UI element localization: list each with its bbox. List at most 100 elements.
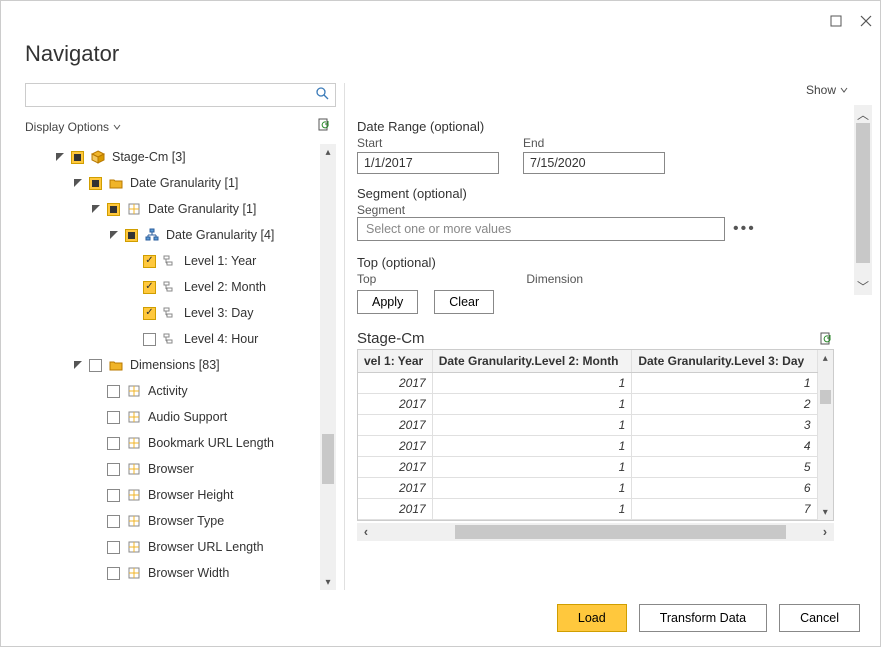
tree-item-label: Dimensions [83] bbox=[130, 353, 220, 377]
checkbox[interactable] bbox=[143, 255, 156, 268]
checkbox[interactable] bbox=[107, 411, 120, 424]
cell: 2 bbox=[632, 394, 817, 415]
load-button[interactable]: Load bbox=[557, 604, 627, 632]
transform-data-button[interactable]: Transform Data bbox=[639, 604, 767, 632]
scroll-up-icon[interactable]: ▴ bbox=[320, 144, 336, 160]
tree-item[interactable]: Audio Support bbox=[25, 404, 316, 430]
tree-item[interactable]: Browser Type bbox=[25, 508, 316, 534]
checkbox[interactable] bbox=[107, 489, 120, 502]
checkbox[interactable] bbox=[107, 567, 120, 580]
dim-icon bbox=[126, 383, 142, 399]
checkbox[interactable] bbox=[107, 541, 120, 554]
tree-item[interactable]: Level 2: Month bbox=[25, 274, 316, 300]
preview-table: vel 1: YearDate Granularity.Level 2: Mon… bbox=[358, 350, 818, 520]
folder-icon bbox=[108, 357, 124, 373]
scroll-up-icon[interactable]: ▴ bbox=[818, 350, 833, 366]
checkbox[interactable] bbox=[107, 463, 120, 476]
scroll-up-icon[interactable]: ︿ bbox=[854, 105, 872, 123]
start-input[interactable]: 1/1/2017 bbox=[357, 152, 499, 174]
tree-item-label: Browser Type bbox=[148, 509, 224, 533]
tree-item-label: Date Granularity [1] bbox=[148, 197, 256, 221]
tree-item-label: Level 2: Month bbox=[184, 275, 266, 299]
refresh-icon[interactable] bbox=[316, 117, 332, 136]
tree-item[interactable]: Browser Height bbox=[25, 482, 316, 508]
table-refresh-icon[interactable] bbox=[818, 331, 834, 347]
titlebar bbox=[1, 1, 880, 41]
tree-item[interactable]: Activity bbox=[25, 378, 316, 404]
tree-item[interactable]: Bookmark URL Length bbox=[25, 430, 316, 456]
dim-icon bbox=[126, 435, 142, 451]
cell: 6 bbox=[632, 478, 817, 499]
checkbox[interactable] bbox=[143, 281, 156, 294]
scroll-down-icon[interactable]: ﹀ bbox=[854, 277, 872, 295]
tree-item[interactable]: Date Granularity [1] bbox=[25, 196, 316, 222]
expander-icon[interactable] bbox=[55, 153, 65, 161]
table-row: 201711 bbox=[358, 373, 817, 394]
dim-icon bbox=[126, 513, 142, 529]
display-options-dropdown[interactable]: Display Options bbox=[25, 120, 121, 134]
dim-icon bbox=[126, 461, 142, 477]
cell: 2017 bbox=[358, 373, 432, 394]
tree-item-label: Browser Width bbox=[148, 561, 229, 585]
tree[interactable]: Stage-Cm [3]Date Granularity [1]Date Gra… bbox=[25, 144, 316, 590]
cell: 2017 bbox=[358, 457, 432, 478]
search-input[interactable] bbox=[25, 83, 336, 107]
end-input[interactable]: 7/15/2020 bbox=[523, 152, 665, 174]
checkbox[interactable] bbox=[107, 437, 120, 450]
chevron-down-icon bbox=[113, 123, 121, 131]
col-header[interactable]: Date Granularity.Level 2: Month bbox=[432, 350, 632, 373]
tree-item[interactable]: Level 1: Year bbox=[25, 248, 316, 274]
page-title: Navigator bbox=[25, 41, 856, 67]
checkbox[interactable] bbox=[143, 333, 156, 346]
segment-select[interactable]: Select one or more values bbox=[357, 217, 725, 241]
tree-item[interactable]: Browser Width bbox=[25, 560, 316, 586]
checkbox[interactable] bbox=[107, 385, 120, 398]
tree-item[interactable]: Level 4: Hour bbox=[25, 326, 316, 352]
segment-more-icon[interactable]: ••• bbox=[733, 220, 756, 238]
checkbox[interactable] bbox=[107, 515, 120, 528]
cell: 1 bbox=[432, 373, 632, 394]
scroll-down-icon[interactable]: ▾ bbox=[320, 574, 336, 590]
checkbox[interactable] bbox=[125, 229, 138, 242]
table-hscrollbar[interactable]: ‹ › bbox=[357, 523, 834, 541]
navigator-window: Navigator Display Options Stage-Cm [3]Da… bbox=[0, 0, 881, 647]
checkbox[interactable] bbox=[89, 177, 102, 190]
tree-item-label: Level 4: Hour bbox=[184, 327, 258, 351]
tree-scrollbar[interactable]: ▴ ▾ bbox=[320, 144, 336, 590]
checkbox[interactable] bbox=[71, 151, 84, 164]
dim-icon bbox=[126, 201, 142, 217]
cell: 3 bbox=[632, 415, 817, 436]
dim-icon bbox=[126, 539, 142, 555]
scroll-left-icon[interactable]: ‹ bbox=[357, 525, 375, 539]
right-panel: Show Date Range (optional) Start 1/1/201… bbox=[345, 83, 872, 590]
col-header[interactable]: vel 1: Year bbox=[358, 350, 432, 373]
cell: 1 bbox=[432, 457, 632, 478]
show-dropdown[interactable]: Show bbox=[806, 83, 848, 97]
expander-icon[interactable] bbox=[91, 205, 101, 213]
expander-icon[interactable] bbox=[73, 361, 83, 369]
scroll-right-icon[interactable]: › bbox=[816, 525, 834, 539]
tree-item[interactable]: Level 3: Day bbox=[25, 300, 316, 326]
expander-icon[interactable] bbox=[73, 179, 83, 187]
tree-item[interactable]: Browser URL Length bbox=[25, 534, 316, 560]
table-scrollbar[interactable]: ▴ ▾ bbox=[818, 350, 833, 520]
form-scrollbar[interactable]: ︿ ﹀ bbox=[854, 105, 872, 295]
apply-button[interactable]: Apply bbox=[357, 290, 418, 314]
close-icon[interactable] bbox=[860, 15, 872, 27]
expander-icon[interactable] bbox=[109, 231, 119, 239]
checkbox[interactable] bbox=[89, 359, 102, 372]
tree-item[interactable]: Date Granularity [1] bbox=[25, 170, 316, 196]
maximize-icon[interactable] bbox=[830, 15, 842, 27]
tree-item-label: Date Granularity [1] bbox=[130, 171, 238, 195]
checkbox[interactable] bbox=[107, 203, 120, 216]
tree-item[interactable]: Date Granularity [4] bbox=[25, 222, 316, 248]
chevron-down-icon bbox=[840, 86, 848, 94]
cancel-button[interactable]: Cancel bbox=[779, 604, 860, 632]
checkbox[interactable] bbox=[143, 307, 156, 320]
clear-button[interactable]: Clear bbox=[434, 290, 494, 314]
tree-item[interactable]: Browser bbox=[25, 456, 316, 482]
tree-item[interactable]: Dimensions [83] bbox=[25, 352, 316, 378]
tree-item[interactable]: Stage-Cm [3] bbox=[25, 144, 316, 170]
col-header[interactable]: Date Granularity.Level 3: Day bbox=[632, 350, 817, 373]
scroll-down-icon[interactable]: ▾ bbox=[818, 504, 833, 520]
